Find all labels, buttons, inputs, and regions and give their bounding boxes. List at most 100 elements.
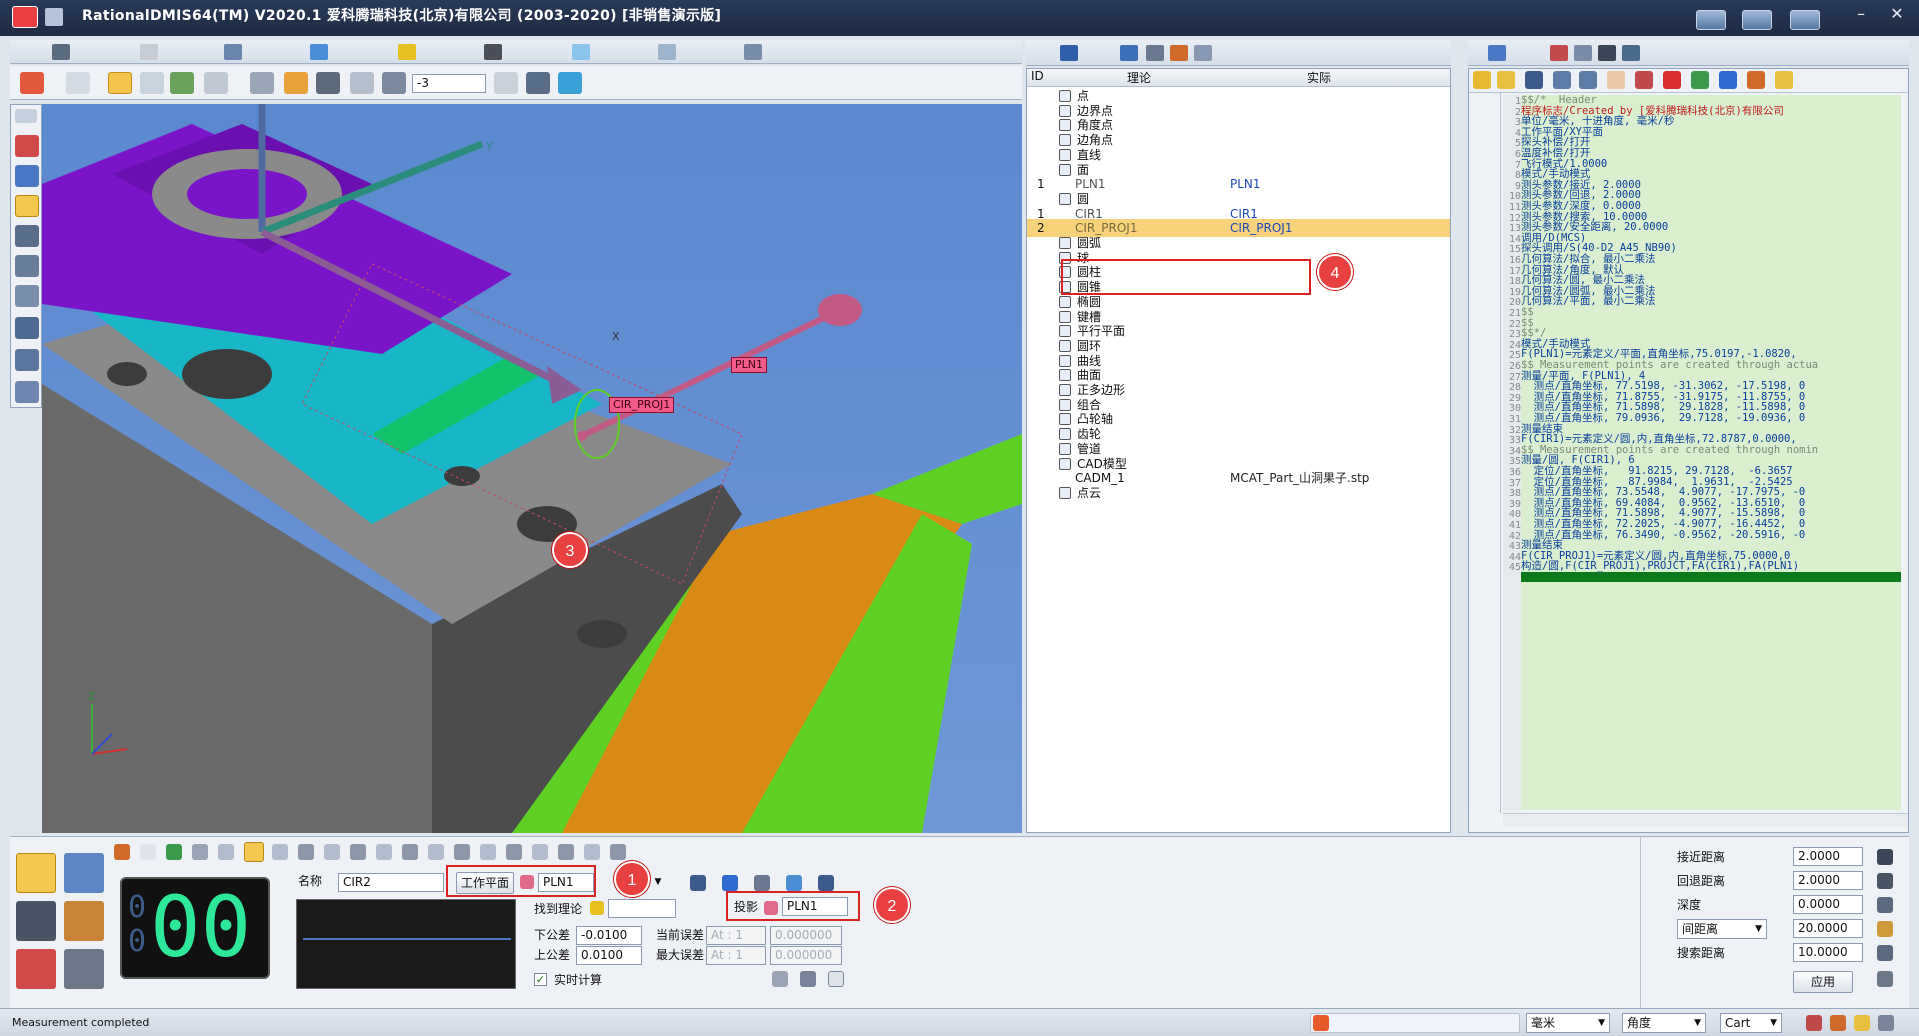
find-theory-input[interactable] (608, 899, 676, 918)
edge-point-icon[interactable] (166, 844, 182, 860)
tab-network-icon[interactable] (310, 44, 328, 60)
tab-table-icon[interactable] (224, 44, 242, 60)
point-icon[interactable] (140, 844, 156, 860)
hand-icon[interactable] (1607, 71, 1625, 89)
realtime-checkbox[interactable]: ✓ (534, 973, 547, 986)
probe-tool-icon[interactable] (558, 72, 582, 94)
layout-2-icon[interactable] (1742, 10, 1772, 30)
measure-icon[interactable] (526, 72, 550, 94)
tab-tx-icon[interactable] (1622, 45, 1640, 61)
clearance-select[interactable]: 间距离 (1677, 919, 1767, 939)
probe-zoom-icon[interactable] (15, 381, 39, 403)
pin-icon[interactable] (15, 109, 37, 123)
probe-blue-icon[interactable] (15, 165, 39, 187)
param-2-icon[interactable] (1877, 873, 1893, 889)
sphere-icon[interactable] (298, 844, 314, 860)
tab-document-icon[interactable] (140, 44, 158, 60)
tab-trace-icon[interactable] (1550, 45, 1568, 61)
code-lines[interactable]: $$/* Header 程序标志/Created by [爱科腾瑞科技(北京)有限… (1521, 95, 1901, 810)
close-button[interactable]: ✕ (1880, 4, 1914, 26)
ime-logo-icon[interactable] (1313, 1015, 1329, 1031)
eye-icon[interactable] (250, 72, 274, 94)
retract-input[interactable]: 2.0000 (1793, 871, 1863, 890)
code-line[interactable]: 测点/直角坐标, 76.3490, -0.9562, -20.5916, -0 (1521, 529, 1806, 543)
probe-list-icon[interactable] (15, 349, 39, 371)
tree-row[interactable]: 点云 (1027, 484, 1450, 502)
status-1-icon[interactable] (1806, 1015, 1822, 1031)
view-3-icon[interactable] (754, 875, 770, 891)
param-3-icon[interactable] (1877, 897, 1893, 913)
polygon-icon[interactable] (532, 844, 548, 860)
confirm-icon[interactable] (828, 971, 844, 987)
save-icon[interactable] (1525, 71, 1543, 89)
cir-proj1-tag[interactable]: CIR_PROJ1 (609, 397, 675, 413)
tab-feature-icon[interactable] (1060, 45, 1078, 61)
cylinder-icon[interactable] (350, 72, 374, 94)
delete-icon[interactable] (1663, 71, 1681, 89)
probe-tool-small-icon[interactable] (114, 844, 130, 860)
ime-toolbar[interactable] (1310, 1013, 1520, 1033)
tab-program-icon[interactable] (1488, 45, 1506, 61)
tab-shapes-icon[interactable] (398, 44, 416, 60)
color-palette-icon[interactable] (284, 72, 308, 94)
tab-report-icon[interactable] (1194, 45, 1212, 61)
param-6-icon[interactable] (1877, 971, 1893, 987)
cylinder-small-icon[interactable] (324, 844, 340, 860)
search-input[interactable]: 10.0000 (1793, 943, 1863, 962)
compound-icon[interactable] (558, 844, 574, 860)
home-icon[interactable] (20, 72, 44, 94)
quick-menu-icon[interactable] (45, 8, 63, 26)
ellipse-icon[interactable] (376, 844, 392, 860)
minimize-button[interactable]: – (1844, 4, 1878, 26)
insert-icon[interactable] (1691, 71, 1709, 89)
code-line[interactable]: 几何算法/平面, 最小二乘法 (1521, 296, 1655, 309)
plane-icon[interactable] (218, 844, 234, 860)
magic-wand-icon[interactable] (1775, 71, 1793, 89)
probe-move-icon[interactable] (15, 255, 39, 277)
measure-mode-icon[interactable] (64, 853, 104, 893)
tab-screen-icon[interactable] (744, 44, 762, 60)
view-1-icon[interactable] (690, 875, 706, 891)
probe-settings-icon[interactable] (382, 72, 406, 94)
tab-tool-icon[interactable] (1170, 45, 1188, 61)
circle-icon[interactable] (244, 842, 264, 862)
tab-surface-icon[interactable] (572, 44, 590, 60)
camshaft-icon[interactable] (584, 844, 600, 860)
torus-icon[interactable] (454, 844, 470, 860)
box-icon[interactable] (64, 901, 104, 941)
col-actual[interactable]: 实际 (1307, 69, 1331, 86)
lower-tol-input[interactable]: -0.0100 (576, 926, 642, 945)
indent-icon[interactable] (1553, 71, 1571, 89)
curve-icon[interactable] (480, 844, 496, 860)
axes-icon[interactable] (204, 72, 228, 94)
parallel-plane-icon[interactable] (428, 844, 444, 860)
eraser-icon[interactable] (800, 971, 816, 987)
view-2-icon[interactable] (722, 875, 738, 891)
surface-icon[interactable] (506, 844, 522, 860)
status-2-icon[interactable] (1830, 1015, 1846, 1031)
machine-icon[interactable] (64, 949, 104, 989)
run-icon[interactable] (1747, 71, 1765, 89)
list-icon[interactable] (1635, 71, 1653, 89)
program-editor[interactable]: $$/* Header 程序标志/Created by [爱科腾瑞科技(北京)有限… (1468, 68, 1909, 833)
name-input[interactable]: CIR2 (338, 873, 444, 892)
pln1-tag[interactable]: PLN1 (731, 357, 767, 373)
probe-red-icon[interactable] (15, 135, 39, 157)
cad-model-graphic[interactable] (42, 104, 1022, 833)
layout-1-icon[interactable] (1696, 10, 1726, 30)
clear-icon[interactable] (772, 971, 788, 987)
layout-3-icon[interactable] (1790, 10, 1820, 30)
part-icon[interactable] (170, 72, 194, 94)
crosshair-icon[interactable] (494, 72, 518, 94)
pipe-icon[interactable] (610, 844, 626, 860)
axis-icon[interactable] (16, 949, 56, 989)
probe-change-icon[interactable] (16, 901, 56, 941)
open-folder-icon[interactable] (1473, 71, 1491, 89)
upper-tol-input[interactable]: 0.0100 (576, 946, 642, 965)
probe-active-icon[interactable] (15, 195, 39, 217)
probe-path-icon[interactable] (15, 225, 39, 247)
col-theory[interactable]: 理论 (1127, 69, 1151, 86)
open-file-icon[interactable] (1497, 71, 1515, 89)
status-3-icon[interactable] (1854, 1015, 1870, 1031)
select-arrow-icon[interactable] (66, 72, 90, 94)
